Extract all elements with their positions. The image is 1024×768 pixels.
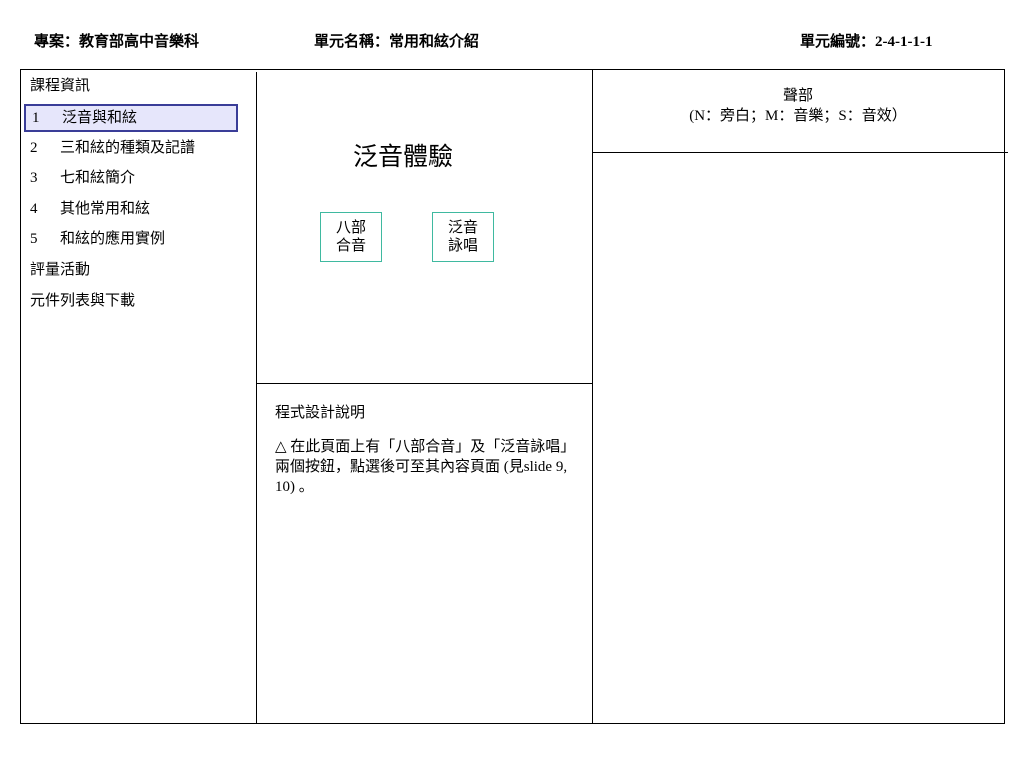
sidebar-item-number: 2 (30, 140, 38, 156)
storyboard-frame (20, 69, 1005, 724)
notes-title: 程式設計說明 (275, 405, 366, 421)
sidebar-item-3[interactable]: 3 七和絃簡介 (30, 168, 135, 188)
sidebar-item-4[interactable]: 4 其他常用和絃 (30, 199, 150, 219)
sidebar-item-components[interactable]: 元件列表與下載 (30, 291, 135, 311)
sidebar-heading[interactable]: 課程資訊 (30, 76, 90, 96)
sidebar-item-number: 1 (32, 110, 40, 126)
sound-panel-header: 聲部 (N：旁白；M：音樂；S：音效） (592, 86, 1004, 126)
sidebar-item-5[interactable]: 5 和絃的應用實例 (30, 229, 165, 249)
notes-divider (256, 383, 592, 384)
sound-panel-legend: (N：旁白；M：音樂；S：音效） (689, 108, 907, 124)
eight-part-harmony-button[interactable]: 八部 合音 (320, 212, 382, 262)
sidebar-item-number: 5 (30, 231, 38, 247)
unit-code-label: 單元編號：2-4-1-1-1 (800, 34, 933, 50)
button-label-line2: 詠唱 (447, 238, 478, 254)
sidebar-item-label: 七和絃簡介 (60, 170, 136, 186)
content-title: 泛音體驗 (353, 144, 454, 171)
sidebar-item-label: 其他常用和絃 (60, 201, 151, 217)
sidebar-item-number: 4 (30, 201, 38, 217)
sidebar-item-2[interactable]: 2 三和絃的種類及記譜 (30, 138, 195, 158)
overtone-singing-button[interactable]: 泛音 詠唱 (432, 212, 494, 262)
sound-panel-divider (592, 70, 593, 723)
sidebar-item-label: 和絃的應用實例 (60, 231, 166, 247)
notes-body: △ 在此頁面上有「八部合音」及「泛音詠唱」兩個按鈕，點選後可至其內容頁面 (見s… (275, 439, 568, 495)
sidebar-item-label: 泛音與和絃 (62, 110, 138, 126)
button-label-line2: 合音 (335, 238, 366, 254)
button-label-line1: 八部 (335, 220, 366, 236)
sound-header-divider (592, 152, 1008, 153)
sidebar-item-number: 3 (30, 170, 38, 186)
sidebar-item-label: 三和絃的種類及記譜 (60, 140, 196, 156)
sound-panel-title: 聲部 (782, 88, 813, 104)
unit-name-label: 單元名稱：常用和絃介紹 (314, 34, 480, 50)
project-label: 專案：教育部高中音樂科 (34, 34, 200, 50)
sidebar-item-assessment[interactable]: 評量活動 (30, 260, 90, 280)
sidebar-divider (256, 72, 257, 724)
sidebar-item-1[interactable]: 1 泛音與和絃 (24, 104, 238, 132)
button-label-line1: 泛音 (447, 220, 478, 236)
